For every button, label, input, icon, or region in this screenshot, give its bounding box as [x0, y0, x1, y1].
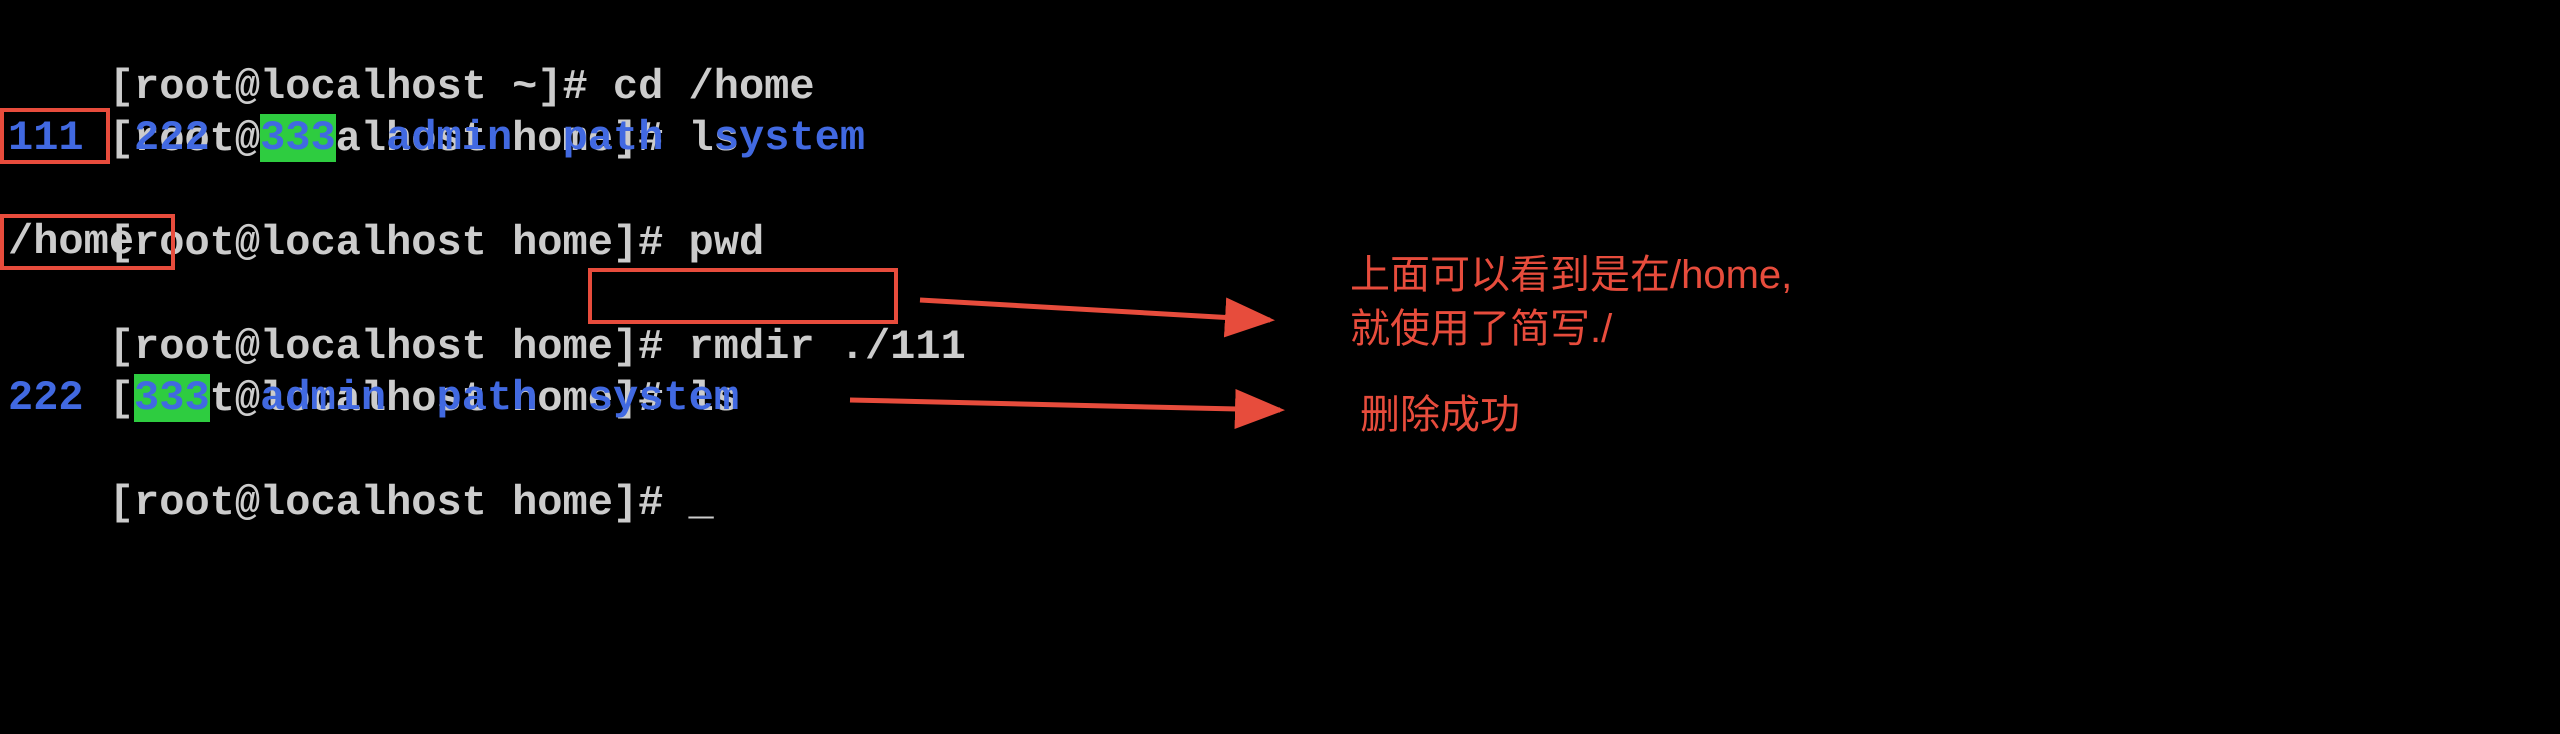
- dir-path: path: [437, 374, 538, 422]
- command-text: cd /home: [613, 63, 815, 111]
- dir-system: system: [714, 114, 865, 162]
- dir-admin: admin: [386, 114, 512, 162]
- command-text: rmdir ./111: [689, 323, 966, 371]
- dir-path: path: [563, 114, 664, 162]
- ls-output: 222 333 admin path system: [8, 372, 2560, 424]
- cursor: _: [689, 479, 714, 527]
- shell-prompt: [root@localhost home]#: [109, 479, 689, 527]
- shell-prompt: [root@localhost home]#: [109, 219, 689, 267]
- dir-333: 333: [134, 374, 210, 422]
- annotation-note-2: 删除成功: [1360, 388, 1520, 442]
- dir-111: 111: [8, 114, 84, 162]
- terminal-line: [root@localhost home]# _: [8, 424, 2560, 476]
- shell-prompt: [root@localhost ~]#: [109, 63, 613, 111]
- dir-admin: admin: [260, 374, 386, 422]
- dir-222: 222: [8, 374, 84, 422]
- terminal-line: [root@localhost ~]# cd /home: [8, 8, 2560, 60]
- shell-prompt: [root@localhost home]#: [109, 323, 689, 371]
- command-text: pwd: [689, 219, 765, 267]
- terminal-line: [root@localhost home]# rmdir ./111: [8, 268, 2560, 320]
- dir-222: 222: [134, 114, 210, 162]
- ls-output: 111 222 333 admin path system: [8, 112, 2560, 164]
- annotation-note-1: 上面可以看到是在/home, 就使用了简写./: [1350, 248, 1792, 356]
- dir-333: 333: [260, 114, 336, 162]
- dir-system: system: [588, 374, 739, 422]
- terminal-line: [root@localhost home]# pwd: [8, 164, 2560, 216]
- terminal-output: [root@localhost ~]# cd /home [root@local…: [0, 0, 2560, 476]
